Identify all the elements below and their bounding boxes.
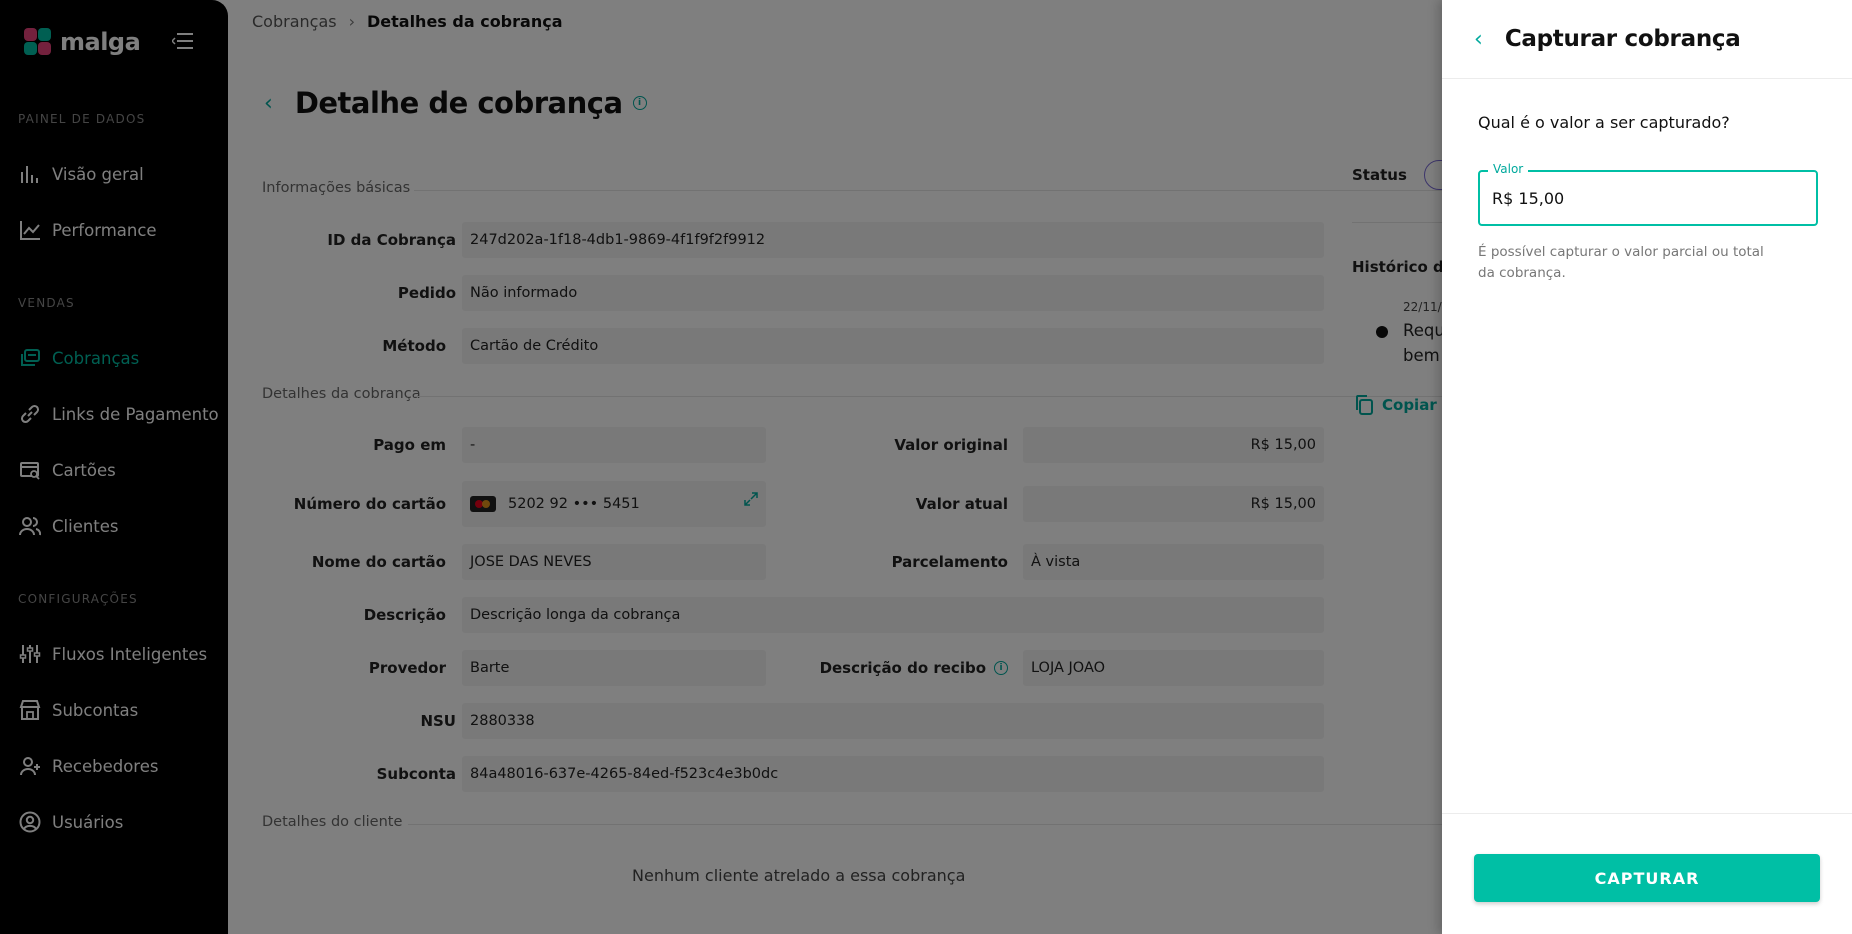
back-chevron-icon[interactable]: ‹ xyxy=(1474,27,1483,52)
modal-backdrop[interactable] xyxy=(0,0,1442,934)
capture-drawer: ‹ Capturar cobrança Qual é o valor a ser… xyxy=(1442,0,1852,934)
capture-button[interactable]: CAPTURAR xyxy=(1474,854,1820,902)
value-field: Valor xyxy=(1478,162,1818,226)
helper-text: É possível capturar o valor parcial ou t… xyxy=(1478,244,1764,281)
drawer-question: Qual é o valor a ser capturado? xyxy=(1478,113,1730,132)
drawer-title: Capturar cobrança xyxy=(1504,26,1741,52)
divider xyxy=(1442,813,1852,814)
value-field-label: Valor xyxy=(1488,162,1529,176)
drawer-header: ‹ Capturar cobrança xyxy=(1442,0,1852,79)
value-input[interactable] xyxy=(1492,185,1802,211)
